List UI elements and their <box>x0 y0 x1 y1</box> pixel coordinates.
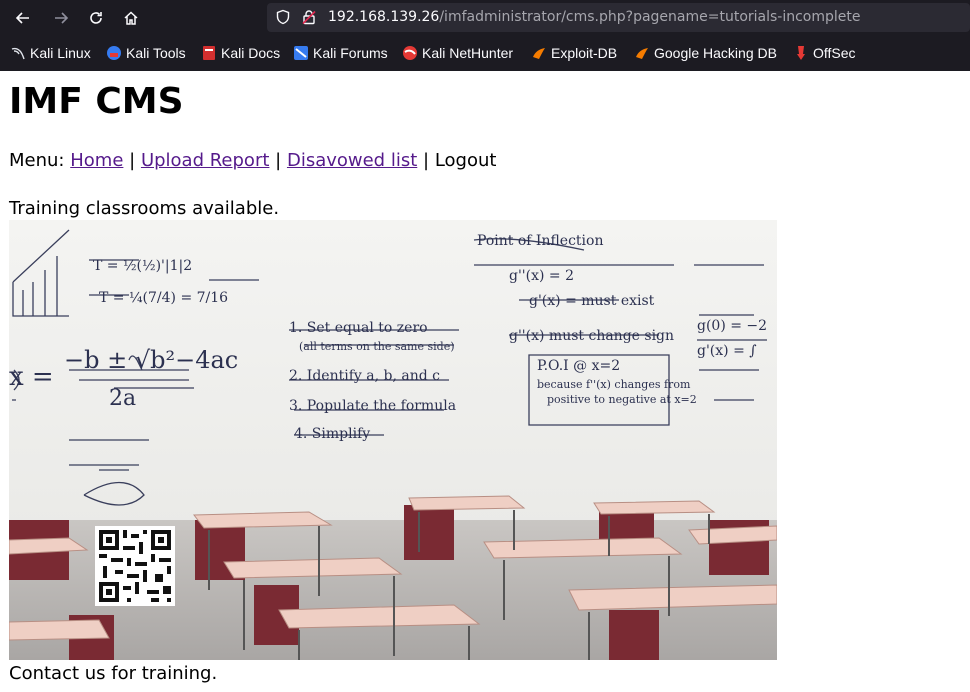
reload-icon[interactable] <box>83 6 109 30</box>
kali-forums-icon <box>293 45 309 61</box>
svg-text:g''(x) = 2: g''(x) = 2 <box>509 268 574 284</box>
url-host: 192.168.139.26 <box>328 9 440 25</box>
svg-text:T = ¼(7/4) = 7/16: T = ¼(7/4) = 7/16 <box>99 290 228 306</box>
svg-text:4. Simplify: 4. Simplify <box>294 426 370 442</box>
offsec-icon <box>793 45 809 61</box>
bookmark-kali-forums[interactable]: Kali Forums <box>293 44 388 62</box>
bookmarks-toolbar: Kali Linux Kali Tools Kali Docs Kali For… <box>0 37 970 69</box>
tracking-shield-icon[interactable] <box>275 9 291 29</box>
home-icon[interactable] <box>118 6 144 30</box>
svg-text:T = ½(½)'|1|2: T = ½(½)'|1|2 <box>93 258 192 274</box>
svg-text:P.O.I @ x=2: P.O.I @ x=2 <box>537 358 620 374</box>
bookmark-kali-nethunter[interactable]: Kali NetHunter <box>402 44 513 62</box>
svg-text:1. Set equal to zero: 1. Set equal to zero <box>289 320 428 336</box>
insecure-lock-icon[interactable] <box>301 9 317 29</box>
contact-text: Contact us for training. <box>9 663 218 684</box>
bookmark-kali-tools[interactable]: Kali Tools <box>106 44 186 62</box>
bookmark-google-hacking-db[interactable]: Google Hacking DB <box>634 44 777 62</box>
svg-text:2a: 2a <box>109 386 136 411</box>
bookmark-kali-docs[interactable]: Kali Docs <box>201 44 280 62</box>
classroom-image: T = ½(½)'|1|2 T = ¼(7/4) = 7/16 x = −b ±… <box>9 220 777 660</box>
svg-text:3. Populate the formula: 3. Populate the formula <box>289 398 456 414</box>
exploit-db-icon <box>531 45 547 61</box>
svg-text:because f''(x) changes from: because f''(x) changes from <box>537 378 691 391</box>
browser-chrome: 192.168.139.26/imfadministrator/cms.php?… <box>0 0 970 71</box>
address-bar[interactable]: 192.168.139.26/imfadministrator/cms.php?… <box>267 3 970 32</box>
svg-text:Point of Inflection: Point of Inflection <box>477 233 603 249</box>
svg-text:positive to negative at x=2: positive to negative at x=2 <box>547 393 697 406</box>
svg-text:−b ± √b²−4ac: −b ± √b²−4ac <box>64 346 238 374</box>
nethunter-icon <box>402 45 418 61</box>
url-text[interactable]: 192.168.139.26/imfadministrator/cms.php?… <box>328 9 861 25</box>
main-menu: Menu: Home | Upload Report | Disavowed l… <box>9 150 496 171</box>
url-path: /imfadministrator/cms.php?pagename=tutor… <box>439 9 861 25</box>
menu-link-home[interactable]: Home <box>70 150 123 171</box>
menu-link-upload-report[interactable]: Upload Report <box>141 150 269 171</box>
menu-link-disavowed-list[interactable]: Disavowed list <box>287 150 417 171</box>
training-text: Training classrooms available. <box>9 198 280 219</box>
qr-code <box>95 526 175 606</box>
menu-item-logout: Logout <box>434 150 497 171</box>
svg-text:2. Identify a, b, and c: 2. Identify a, b, and c <box>289 368 440 384</box>
svg-text:g'(x) = ∫: g'(x) = ∫ <box>697 343 757 359</box>
menu-separator: | <box>129 150 136 171</box>
back-arrow-icon[interactable] <box>10 6 36 30</box>
menu-label: Menu: <box>9 150 65 171</box>
menu-separator: | <box>275 150 282 171</box>
bookmark-exploit-db[interactable]: Exploit-DB <box>531 44 617 62</box>
kali-dragon-icon <box>10 45 26 61</box>
kali-docs-icon <box>201 45 217 61</box>
svg-text:x =: x = <box>9 362 54 392</box>
bookmark-offsec[interactable]: OffSec <box>793 44 856 62</box>
ghdb-icon <box>634 45 650 61</box>
svg-text:(all terms on the same side): (all terms on the same side) <box>299 340 455 353</box>
bookmark-kali-linux[interactable]: Kali Linux <box>10 44 91 62</box>
menu-separator: | <box>423 150 430 171</box>
forward-arrow-icon[interactable] <box>48 6 74 30</box>
svg-text:g'(x) = must exist: g'(x) = must exist <box>529 293 655 309</box>
svg-text:g(0) = −2: g(0) = −2 <box>697 318 767 334</box>
kali-tools-icon <box>106 45 122 61</box>
svg-text:g''(x) must change sign: g''(x) must change sign <box>509 328 674 344</box>
page-title: IMF CMS <box>9 81 184 122</box>
